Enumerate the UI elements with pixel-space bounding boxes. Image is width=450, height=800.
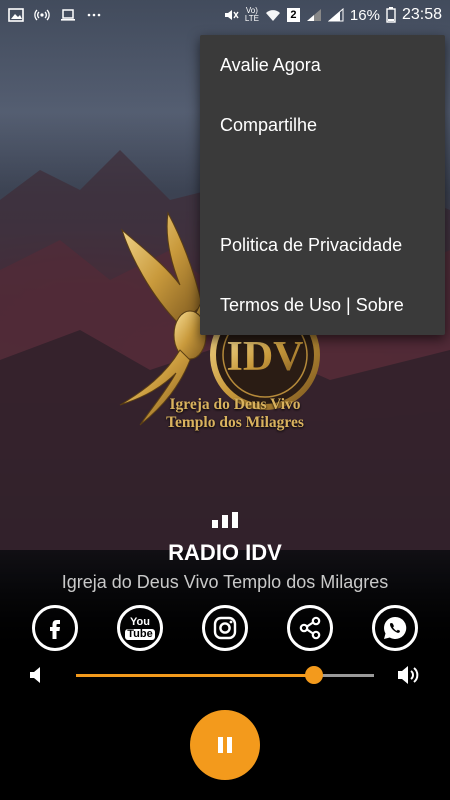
menu-item-share[interactable]: Compartilhe (200, 95, 445, 155)
youtube-label-bottom: Tube (125, 627, 155, 640)
status-bar: Vo) LTE 2 16% 23:58 (0, 0, 450, 30)
facebook-icon (50, 620, 60, 639)
volte-lte-icon: Vo) LTE (245, 7, 259, 23)
logo-caption: Igreja do Deus Vivo Templo dos Milagres (140, 396, 330, 432)
share-icon (299, 616, 321, 640)
laptop-icon (61, 9, 75, 21)
whatsapp-button[interactable] (372, 605, 418, 651)
sim-2-icon: 2 (286, 8, 300, 22)
battery-icon (386, 7, 396, 23)
image-icon (8, 8, 24, 22)
volume-high-icon[interactable] (396, 663, 424, 687)
wifi-icon (265, 10, 280, 21)
clock: 23:58 (401, 6, 442, 23)
station-subtitle: Igreja do Deus Vivo Templo dos Milagres (61, 572, 389, 592)
volume-fill (76, 674, 315, 677)
menu-item-blank[interactable] (200, 155, 445, 215)
signal-2-icon (327, 8, 344, 22)
menu-item-label: Compartilhe (220, 114, 318, 135)
menu-item-label: Politica de Privacidade (220, 234, 403, 255)
more-dots-icon (87, 13, 101, 17)
youtube-button[interactable]: You Tube (117, 605, 163, 651)
menu-item-label: Termos de Uso | Sobre (220, 294, 404, 315)
overflow-menu: Avalie Agora Compartilhe Politica de Pri… (200, 35, 445, 335)
social-bar: You Tube (0, 605, 450, 651)
signal-icon (306, 9, 321, 21)
logo-line-1: Igreja do Deus Vivo (169, 396, 301, 413)
lte-label: LTE (244, 14, 259, 23)
volume-low-icon[interactable] (28, 665, 44, 685)
instagram-button[interactable] (202, 605, 248, 651)
pause-icon (218, 737, 232, 753)
mute-icon (224, 10, 239, 20)
volume-thumb[interactable] (305, 666, 324, 684)
menu-item-terms[interactable]: Termos de Uso | Sobre (200, 275, 445, 335)
menu-item-label: Avalie Agora (220, 54, 321, 75)
instagram-icon (213, 616, 237, 640)
share-button[interactable] (287, 605, 333, 651)
logo-monogram: IDV (226, 334, 303, 380)
station-title: RADIO IDV (168, 540, 282, 565)
youtube-label-top: You (130, 615, 150, 628)
battery-percent: 16% (349, 6, 380, 24)
pause-button[interactable] (190, 710, 260, 780)
logo-line-2: Templo dos Milagres (166, 414, 304, 431)
volume-track[interactable] (76, 674, 374, 677)
whatsapp-icon (384, 616, 407, 639)
youtube-icon: You Tube (125, 615, 155, 640)
volume-row (0, 660, 450, 690)
menu-item-privacy[interactable]: Politica de Privacidade (200, 215, 445, 275)
menu-item-rate[interactable]: Avalie Agora (200, 35, 445, 95)
equalizer-icon (212, 512, 238, 528)
facebook-button[interactable] (32, 605, 78, 651)
hotspot-icon (34, 9, 50, 21)
